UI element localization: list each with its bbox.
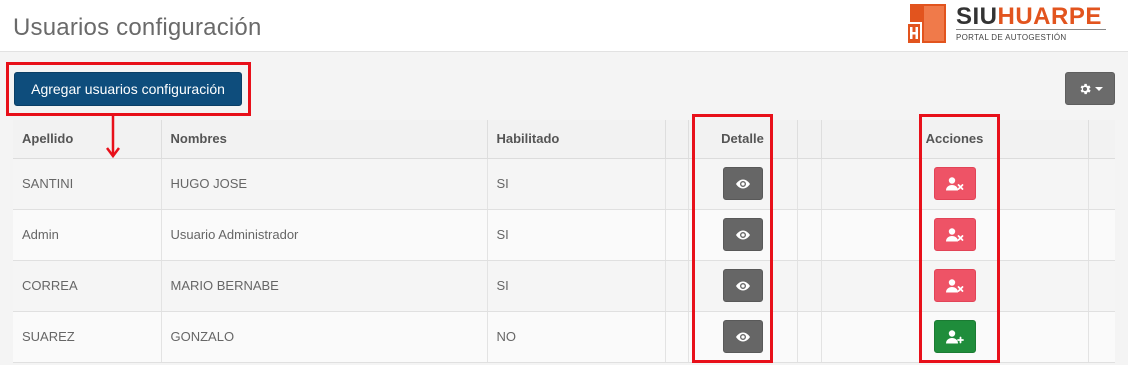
cell-detalle: [688, 260, 798, 312]
cell-nombres: MARIO BERNABE: [161, 260, 488, 312]
logo-divider: [956, 29, 1106, 30]
table-row: Admin Usuario Administrador SI: [13, 209, 1115, 261]
eye-icon: [735, 281, 750, 290]
cell-trailing: [1088, 158, 1115, 210]
column-header-apellido[interactable]: Apellido: [13, 120, 162, 159]
column-header-trailing: [1088, 120, 1115, 159]
logo-subtitle: PORTAL DE AUTOGESTIÓN: [956, 33, 1067, 42]
user-remove-icon: [945, 278, 963, 292]
logo-name-huarpe: HUARPE: [997, 3, 1102, 30]
cell-extra: [665, 260, 689, 312]
page-title: Usuarios configuración: [13, 14, 262, 41]
cell-apellido: SUAREZ: [13, 311, 162, 363]
page-header: Usuarios configuración SIUHUARPE PORTAL …: [0, 0, 1128, 52]
column-header-spacer: [797, 120, 822, 159]
cell-acciones: [821, 260, 1089, 312]
caret-down-icon: [1094, 86, 1103, 91]
cell-habilitado: SI: [487, 260, 666, 312]
disable-user-button[interactable]: [933, 167, 976, 200]
eye-icon: [735, 179, 750, 188]
cell-habilitado: NO: [487, 311, 666, 363]
users-table: Apellido Nombres Habilitado Detalle Acci…: [13, 120, 1115, 363]
cell-acciones: [821, 311, 1089, 363]
user-remove-icon: [945, 176, 963, 190]
cell-spacer: [797, 158, 822, 210]
cell-spacer: [797, 260, 822, 312]
eye-icon: [735, 332, 750, 341]
cell-acciones: [821, 209, 1089, 261]
cell-spacer: [797, 311, 822, 363]
siu-huarpe-logo-icon: [906, 4, 946, 45]
cell-trailing: [1088, 209, 1115, 261]
cell-nombres: GONZALO: [161, 311, 488, 363]
cell-extra: [665, 311, 689, 363]
logo-name: SIUHUARPE: [956, 3, 1102, 31]
user-add-icon: [945, 329, 964, 343]
view-detail-button[interactable]: [722, 218, 763, 251]
cell-detalle: [688, 209, 798, 261]
table-row: SANTINI HUGO JOSE SI: [13, 158, 1115, 210]
cell-acciones: [821, 158, 1089, 210]
users-table-container: Apellido Nombres Habilitado Detalle Acci…: [13, 120, 1115, 363]
cell-detalle: [688, 311, 798, 363]
cell-trailing: [1088, 260, 1115, 312]
cell-extra: [665, 158, 689, 210]
siu-huarpe-logo: SIUHUARPE PORTAL DE AUTOGESTIÓN: [906, 2, 1106, 46]
disable-user-button[interactable]: [933, 218, 976, 251]
enable-user-button[interactable]: [933, 320, 976, 353]
user-remove-icon: [945, 227, 963, 241]
gear-icon: [1080, 83, 1091, 94]
table-header-row: Apellido Nombres Habilitado Detalle Acci…: [13, 120, 1115, 159]
cell-detalle: [688, 158, 798, 210]
view-detail-button[interactable]: [722, 167, 763, 200]
cell-spacer: [797, 209, 822, 261]
table-row: SUAREZ GONZALO NO: [13, 311, 1115, 363]
eye-icon: [735, 230, 750, 239]
logo-name-siu: SIU: [956, 3, 998, 30]
column-header-acciones: Acciones: [821, 120, 1089, 159]
cell-nombres: Usuario Administrador: [161, 209, 488, 261]
add-config-users-button[interactable]: Agregar usuarios configuración: [14, 72, 242, 106]
cell-habilitado: SI: [487, 209, 666, 261]
view-detail-button[interactable]: [722, 269, 763, 302]
cell-apellido: SANTINI: [13, 158, 162, 210]
cell-trailing: [1088, 311, 1115, 363]
cell-extra: [665, 209, 689, 261]
cell-nombres: HUGO JOSE: [161, 158, 488, 210]
table-row: CORREA MARIO BERNABE SI: [13, 260, 1115, 312]
view-detail-button[interactable]: [722, 320, 763, 353]
cell-apellido: Admin: [13, 209, 162, 261]
arrow-down-icon: [106, 116, 120, 159]
column-header-detalle: Detalle: [688, 120, 798, 159]
settings-dropdown-button[interactable]: [1065, 72, 1115, 105]
cell-apellido: CORREA: [13, 260, 162, 312]
cell-habilitado: SI: [487, 158, 666, 210]
disable-user-button[interactable]: [933, 269, 976, 302]
column-header-extra: [665, 120, 689, 159]
column-header-nombres[interactable]: Nombres: [161, 120, 488, 159]
column-header-habilitado[interactable]: Habilitado: [487, 120, 666, 159]
